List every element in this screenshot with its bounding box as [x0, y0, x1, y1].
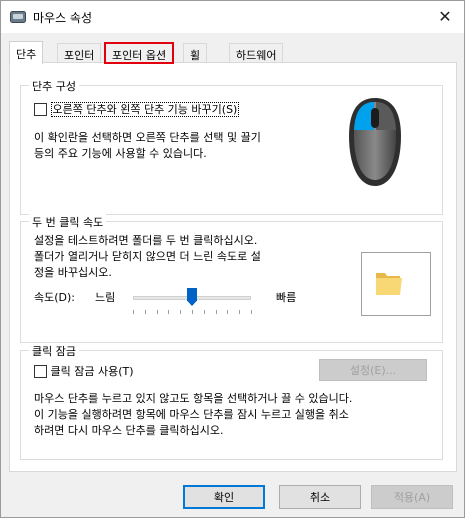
- title-bar[interactable]: 마우스 속성 ✕: [1, 1, 464, 33]
- slow-label: 느림: [95, 291, 116, 304]
- speed-label: 속도(D):: [34, 291, 75, 304]
- slider-tick: [180, 310, 182, 314]
- tab-label: 휠: [190, 49, 201, 62]
- desc-line: 폴더가 열리거나 닫히지 않으면 더 느린 속도로 설: [34, 250, 261, 263]
- slider-tick: [133, 310, 134, 314]
- cancel-button[interactable]: 취소: [279, 485, 361, 509]
- group-title: 단추 구성: [29, 78, 79, 94]
- button-label: 확인: [213, 491, 235, 504]
- folder-icon[interactable]: [374, 267, 404, 297]
- tab-buttons[interactable]: 단추: [9, 41, 44, 64]
- click-lock-option[interactable]: 클릭 잠금 사용(T): [34, 363, 134, 379]
- desc-line: 이 기능을 실행하려면 항목에 마우스 단추를 잠시 누르고 실행을 취소: [34, 408, 349, 421]
- tab-pointer-options[interactable]: 포인터 옵션: [103, 42, 175, 64]
- swap-buttons-label: 오른쪽 단추와 왼쪽 단추 기능 바꾸기(S): [50, 102, 240, 117]
- click-lock-description: 마우스 단추를 누르고 있지 않고도 항목을 선택하거나 끌 수 있습니다. 이…: [34, 391, 352, 439]
- slider-tick: [156, 310, 158, 314]
- click-lock-checkbox[interactable]: [34, 364, 47, 378]
- slider-tick: [168, 310, 170, 314]
- slider-tick: [227, 310, 229, 314]
- desc-line: 하려면 다시 마우스 단추를 클릭하십시오.: [34, 424, 224, 437]
- tab-wheel[interactable]: 휠: [183, 43, 208, 63]
- slider-tick: [251, 310, 252, 314]
- slider-tick: [144, 310, 146, 314]
- mouse-illustration: [349, 98, 401, 186]
- slider-tick: [215, 310, 217, 314]
- desc-line: 설정을 테스트하려면 폴더를 두 번 클릭하십시오.: [34, 234, 258, 247]
- tab-pointers[interactable]: 포인터: [57, 43, 102, 63]
- window-title: 마우스 속성: [33, 11, 93, 25]
- group-title: 클릭 잠금: [29, 343, 79, 359]
- swap-buttons-option[interactable]: 오른쪽 단추와 왼쪽 단추 기능 바꾸기(S): [34, 101, 240, 117]
- button-config-description: 이 확인란을 선택하면 오른쪽 단추를 선택 및 끌기 등의 주요 기능에 사용…: [34, 130, 261, 162]
- tab-label: 단추: [16, 48, 37, 61]
- ok-button[interactable]: 확인: [183, 485, 265, 509]
- speed-slider-thumb[interactable]: [187, 288, 197, 306]
- tab-label: 하드웨어: [236, 49, 277, 62]
- tab-hardware[interactable]: 하드웨어: [229, 43, 284, 63]
- click-lock-label: 클릭 잠금 사용(T): [50, 365, 134, 378]
- slider-tick: [203, 310, 205, 314]
- close-icon: ✕: [438, 6, 452, 26]
- swap-buttons-checkbox[interactable]: [34, 102, 47, 116]
- slider-tick: [192, 310, 193, 314]
- desc-line: 등의 주요 기능에 사용할 수 있습니다.: [34, 147, 207, 160]
- click-lock-group: 클릭 잠금 클릭 잠금 사용(T) 설정(E)... 마우스 단추를 누르고 있…: [20, 343, 443, 460]
- tab-label: 포인터: [64, 49, 95, 62]
- tab-panel: 단추 구성 오른쪽 단추와 왼쪽 단추 기능 바꾸기(S) 이 확인란을 선택하…: [9, 62, 457, 472]
- apply-button[interactable]: 적용(A): [371, 485, 453, 509]
- desc-line: 마우스 단추를 누르고 있지 않고도 항목을 선택하거나 끌 수 있습니다.: [34, 392, 353, 405]
- button-label: 적용(A): [393, 491, 431, 504]
- tab-label: 포인터 옵션: [112, 49, 167, 62]
- fast-label: 빠름: [276, 291, 297, 304]
- close-button[interactable]: ✕: [432, 5, 458, 27]
- click-lock-settings-button[interactable]: 설정(E)...: [319, 359, 427, 381]
- desc-line: 이 확인란을 선택하면 오른쪽 단추를 선택 및 끌기: [34, 131, 261, 144]
- group-title: 두 번 클릭 속도: [29, 214, 107, 230]
- desc-line: 정을 바꾸십시오.: [34, 266, 112, 279]
- mouse-app-icon: [10, 11, 26, 23]
- button-config-group: 단추 구성 오른쪽 단추와 왼쪽 단추 기능 바꾸기(S) 이 확인란을 선택하…: [20, 78, 443, 215]
- test-folder-area[interactable]: [361, 252, 431, 316]
- mouse-properties-window: 마우스 속성 ✕ 단추 포인터 포인터 옵션 휠 하드웨어 단추 구성 오른쪽 …: [0, 0, 465, 518]
- button-label: 설정(E)...: [349, 364, 397, 377]
- slider-tick: [239, 310, 241, 314]
- double-click-speed-group: 두 번 클릭 속도 설정을 테스트하려면 폴더를 두 번 클릭하십시오. 폴더가…: [20, 214, 443, 343]
- button-label: 취소: [309, 491, 331, 504]
- double-click-description: 설정을 테스트하려면 폴더를 두 번 클릭하십시오. 폴더가 열리거나 닫히지 …: [34, 233, 261, 281]
